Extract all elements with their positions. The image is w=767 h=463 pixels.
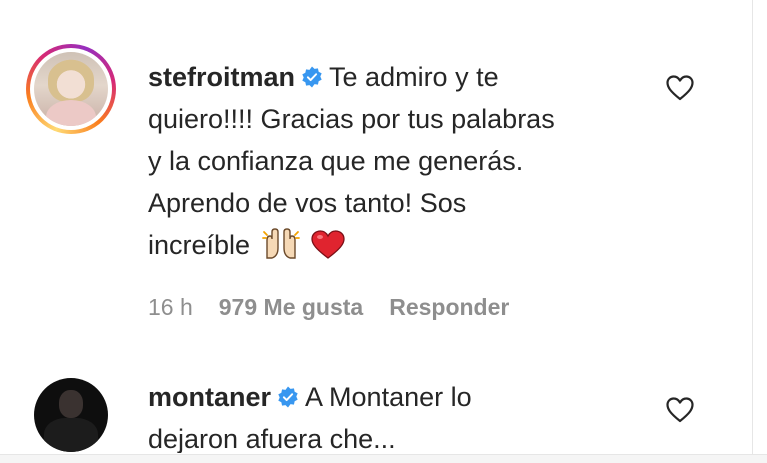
avatar-story-ring[interactable] bbox=[26, 44, 116, 134]
heart-outline-icon[interactable] bbox=[666, 397, 694, 423]
heart-outline-icon[interactable] bbox=[666, 75, 694, 101]
comment-text-line: Aprendo de vos tanto! Sos bbox=[148, 188, 467, 218]
comment-meta: 16 h 979 Me gusta Responder bbox=[148, 294, 509, 321]
comment-text-line: A Montaner lo bbox=[305, 382, 472, 412]
comment-body: montaner A Montaner lo dejaron afuera che… bbox=[148, 376, 648, 453]
comment-timestamp[interactable]: 16 h bbox=[148, 294, 193, 321]
comment-text-line: Te admiro y te bbox=[329, 62, 499, 92]
avatar bbox=[34, 52, 108, 126]
raising-hands-emoji bbox=[261, 228, 300, 259]
red-heart-emoji bbox=[311, 230, 345, 259]
comment-text-line: dejaron afuera che... bbox=[148, 424, 396, 453]
comment-body: stefroitman Te admiro y te quiero!!!! Gra… bbox=[148, 56, 648, 266]
bottom-edge bbox=[0, 454, 767, 463]
comment-username[interactable]: montaner bbox=[148, 382, 271, 412]
comment-likes-count[interactable]: 979 Me gusta bbox=[219, 294, 363, 321]
comment-text-line: quiero!!!! Gracias por tus palabras bbox=[148, 104, 555, 134]
verified-badge-icon bbox=[302, 66, 322, 88]
scroll-gutter bbox=[752, 0, 767, 463]
avatar[interactable] bbox=[34, 378, 108, 452]
comment-username[interactable]: stefroitman bbox=[148, 62, 295, 92]
comment-text-line: y la confianza que me generás. bbox=[148, 146, 524, 176]
verified-badge-icon bbox=[278, 386, 298, 408]
comment-text-line: increíble bbox=[148, 230, 251, 260]
reply-button[interactable]: Responder bbox=[389, 294, 509, 321]
